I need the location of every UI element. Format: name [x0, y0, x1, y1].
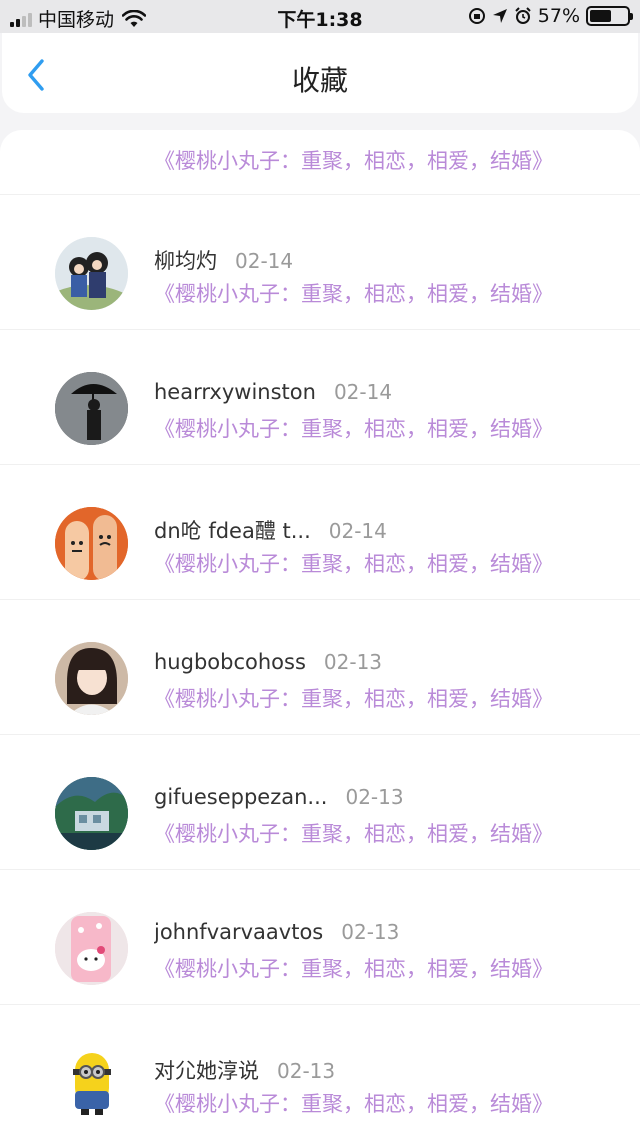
favorites-list: 《樱桃小丸子：重聚，相恋，相爱，结婚》 柳均灼 02-14 《樱桃小丸子：重聚，…: [0, 130, 640, 1138]
post-date: 02-13: [277, 1059, 336, 1083]
list-item[interactable]: johnfvarvaavtos 02-13 《樱桃小丸子：重聚，相恋，相爱，结婚…: [0, 870, 640, 1005]
list-item[interactable]: gifueseppezan... 02-13 《樱桃小丸子：重聚，相恋，相爱，结…: [0, 735, 640, 870]
post-title: 《樱桃小丸子：重聚，相恋，相爱，结婚》: [154, 822, 553, 846]
avatar: [55, 912, 128, 985]
user-name: hugbobcohoss: [154, 650, 306, 674]
post-date: 02-14: [333, 380, 393, 404]
post-title: 《樱桃小丸子：重聚，相恋，相爱，结婚》: [154, 149, 553, 173]
avatar: [55, 1047, 128, 1120]
post-title: 《樱桃小丸子：重聚，相恋，相爱，结婚》: [154, 1092, 553, 1116]
post-title: 《樱桃小丸子：重聚，相恋，相爱，结婚》: [154, 282, 553, 306]
alarm-icon: [515, 7, 531, 24]
avatar: [55, 642, 128, 715]
list-item[interactable]: dn呛 fdea醴 t... 02-14 《樱桃小丸子：重聚，相恋，相爱，结婚》: [0, 465, 640, 600]
post-title: 《樱桃小丸子：重聚，相恋，相爱，结婚》: [154, 957, 553, 981]
rotation-lock-icon: [468, 8, 485, 24]
post-date: 02-13: [341, 920, 400, 944]
status-right: 57%: [468, 5, 633, 27]
user-name: gifueseppezan...: [154, 785, 328, 809]
nav-header: 收藏: [2, 33, 638, 113]
user-name: 对尣她淳说: [154, 1059, 259, 1083]
user-name: 柳均灼: [154, 249, 217, 273]
user-name: dn呛 fdea醴 t...: [154, 519, 311, 543]
post-date: 02-14: [328, 519, 387, 543]
page-title: 收藏: [291, 64, 348, 97]
battery-fill: [590, 10, 611, 22]
user-name: hearrxywinston: [154, 380, 316, 404]
list-item[interactable]: 对尣她淳说 02-13 《樱桃小丸子：重聚，相恋，相爱，结婚》: [0, 1005, 640, 1138]
avatar: [55, 372, 128, 445]
location-arrow-icon: [492, 9, 507, 23]
battery-icon: [586, 6, 633, 26]
list-item[interactable]: 《樱桃小丸子：重聚，相恋，相爱，结婚》: [0, 130, 640, 195]
battery-percent: 57%: [537, 5, 580, 27]
user-name: johnfvarvaavtos: [154, 920, 324, 944]
avatar: [55, 237, 128, 310]
list-item[interactable]: 柳均灼 02-14 《樱桃小丸子：重聚，相恋，相爱，结婚》: [0, 195, 640, 330]
avatar: [55, 777, 128, 850]
post-date: 02-14: [235, 249, 294, 273]
status-bar: 中国移动 下午1:38 57%: [0, 0, 640, 33]
list-item[interactable]: hugbobcohoss 02-13 《樱桃小丸子：重聚，相恋，相爱，结婚》: [0, 600, 640, 735]
avatar: [55, 507, 128, 580]
post-date: 02-13: [345, 785, 404, 809]
list-item[interactable]: hearrxywinston 02-14 《樱桃小丸子：重聚，相恋，相爱，结婚》: [0, 330, 640, 465]
post-date: 02-13: [323, 650, 383, 674]
post-title: 《樱桃小丸子：重聚，相恋，相爱，结婚》: [154, 417, 553, 441]
post-title: 《樱桃小丸子：重聚，相恋，相爱，结婚》: [154, 687, 553, 711]
post-title: 《樱桃小丸子：重聚，相恋，相爱，结婚》: [154, 552, 553, 576]
